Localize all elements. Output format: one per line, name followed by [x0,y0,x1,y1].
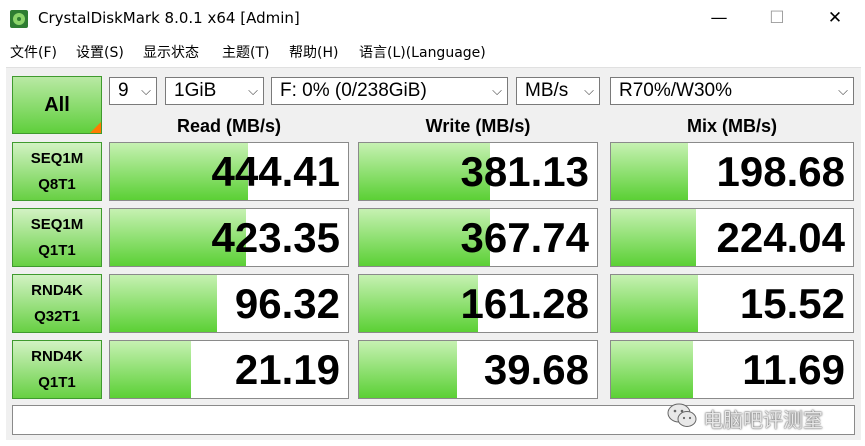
test-name: RND4K [31,347,83,365]
test-params: Q1T1 [38,241,76,259]
result-value: 423.35 [211,214,340,261]
test-params: Q1T1 [38,373,76,391]
result-value: 15.52 [739,280,845,327]
minimize-button[interactable]: — [690,0,748,36]
test-count-select[interactable]: 9 ⌵ [109,77,157,105]
all-button[interactable]: All [12,76,102,134]
unit-select[interactable]: MB/s ⌵ [516,77,600,105]
test-button-seq1m-q8t1[interactable]: SEQ1M Q8T1 [12,142,102,201]
result-value: 39.68 [483,346,589,393]
test-name: SEQ1M [30,149,84,167]
result-mix: 198.68 [610,142,854,201]
result-bar [611,143,689,200]
result-value: 367.74 [460,214,589,261]
menu-theme[interactable]: 主题(T) [222,42,269,62]
result-bar [359,341,457,398]
chevron-down-icon: ⌵ [492,83,502,98]
result-bar [611,209,696,266]
result-value: 21.19 [234,346,340,393]
watermark-text: 电脑吧评测室 [703,408,823,432]
close-button[interactable]: ✕ [806,0,864,36]
result-read: 444.41 [109,142,349,201]
wechat-logo-icon [667,403,697,427]
result-bar [110,275,218,332]
main-panel: All 9 ⌵ 1GiB ⌵ F: 0% (0/238GiB) ⌵ MB/s ⌵… [6,67,861,440]
result-write: 39.68 [358,340,598,399]
chevron-down-icon: ⌵ [248,83,258,98]
result-value: 161.28 [460,280,589,327]
unit-value: MB/s [525,80,569,101]
chevron-down-icon: ⌵ [141,83,151,98]
menu-file[interactable]: 文件(F) [10,42,57,62]
corner-marker [90,122,101,133]
drive-select[interactable]: F: 0% (0/238GiB) ⌵ [271,77,508,105]
menu-display-status[interactable]: 显示状态 [143,42,199,62]
result-mix: 15.52 [610,274,854,333]
read-header: Read (MB/s) [176,116,281,136]
result-bar [611,275,699,332]
menu-bar: 文件(F) 设置(S) 显示状态 主题(T) 帮助(H) 语言(L)(Langu… [0,38,865,64]
test-size-select[interactable]: 1GiB ⌵ [165,77,264,105]
test-button-seq1m-q1t1[interactable]: SEQ1M Q1T1 [12,208,102,267]
result-value: 224.04 [716,214,845,261]
result-mix: 224.04 [610,208,854,267]
window-title: CrystalDiskMark 8.0.1 x64 [Admin] [38,9,300,27]
result-write: 367.74 [358,208,598,267]
test-params: Q32T1 [34,307,80,325]
test-count-value: 9 [118,80,129,101]
test-size-value: 1GiB [174,80,217,101]
result-bar [110,341,191,398]
result-value: 198.68 [716,148,845,195]
menu-settings[interactable]: 设置(S) [76,42,124,62]
result-write: 381.13 [358,142,598,201]
test-name: SEQ1M [30,215,84,233]
result-value: 381.13 [460,148,589,195]
chevron-down-icon: ⌵ [838,83,848,98]
title-bar: CrystalDiskMark 8.0.1 x64 [Admin] — ☐ ✕ [0,0,865,38]
chevron-down-icon: ⌵ [584,83,594,98]
result-write: 161.28 [358,274,598,333]
result-bar [611,341,694,398]
menu-language[interactable]: 语言(L)(Language) [359,42,486,62]
test-name: RND4K [31,281,83,299]
write-header: Write (MB/s) [425,116,531,136]
test-button-rnd4k-q1t1[interactable]: RND4K Q1T1 [12,340,102,399]
test-button-rnd4k-q32t1[interactable]: RND4K Q32T1 [12,274,102,333]
test-params: Q8T1 [38,175,76,193]
mix-header: Mix (MB/s) [687,116,777,136]
result-read: 21.19 [109,340,349,399]
result-read: 96.32 [109,274,349,333]
watermark: 电脑吧评测室 [666,398,865,438]
drive-value: F: 0% (0/238GiB) [280,80,427,101]
result-value: 444.41 [211,148,340,195]
profile-value: R70%/W30% [619,80,732,101]
menu-help[interactable]: 帮助(H) [289,42,338,62]
result-mix: 11.69 [610,340,854,399]
app-icon [10,10,28,28]
result-value: 11.69 [742,346,845,393]
all-button-label: All [44,93,70,116]
maximize-button[interactable]: ☐ [748,0,806,36]
profile-select[interactable]: R70%/W30% ⌵ [610,77,854,105]
result-value: 96.32 [234,280,340,327]
result-read: 423.35 [109,208,349,267]
